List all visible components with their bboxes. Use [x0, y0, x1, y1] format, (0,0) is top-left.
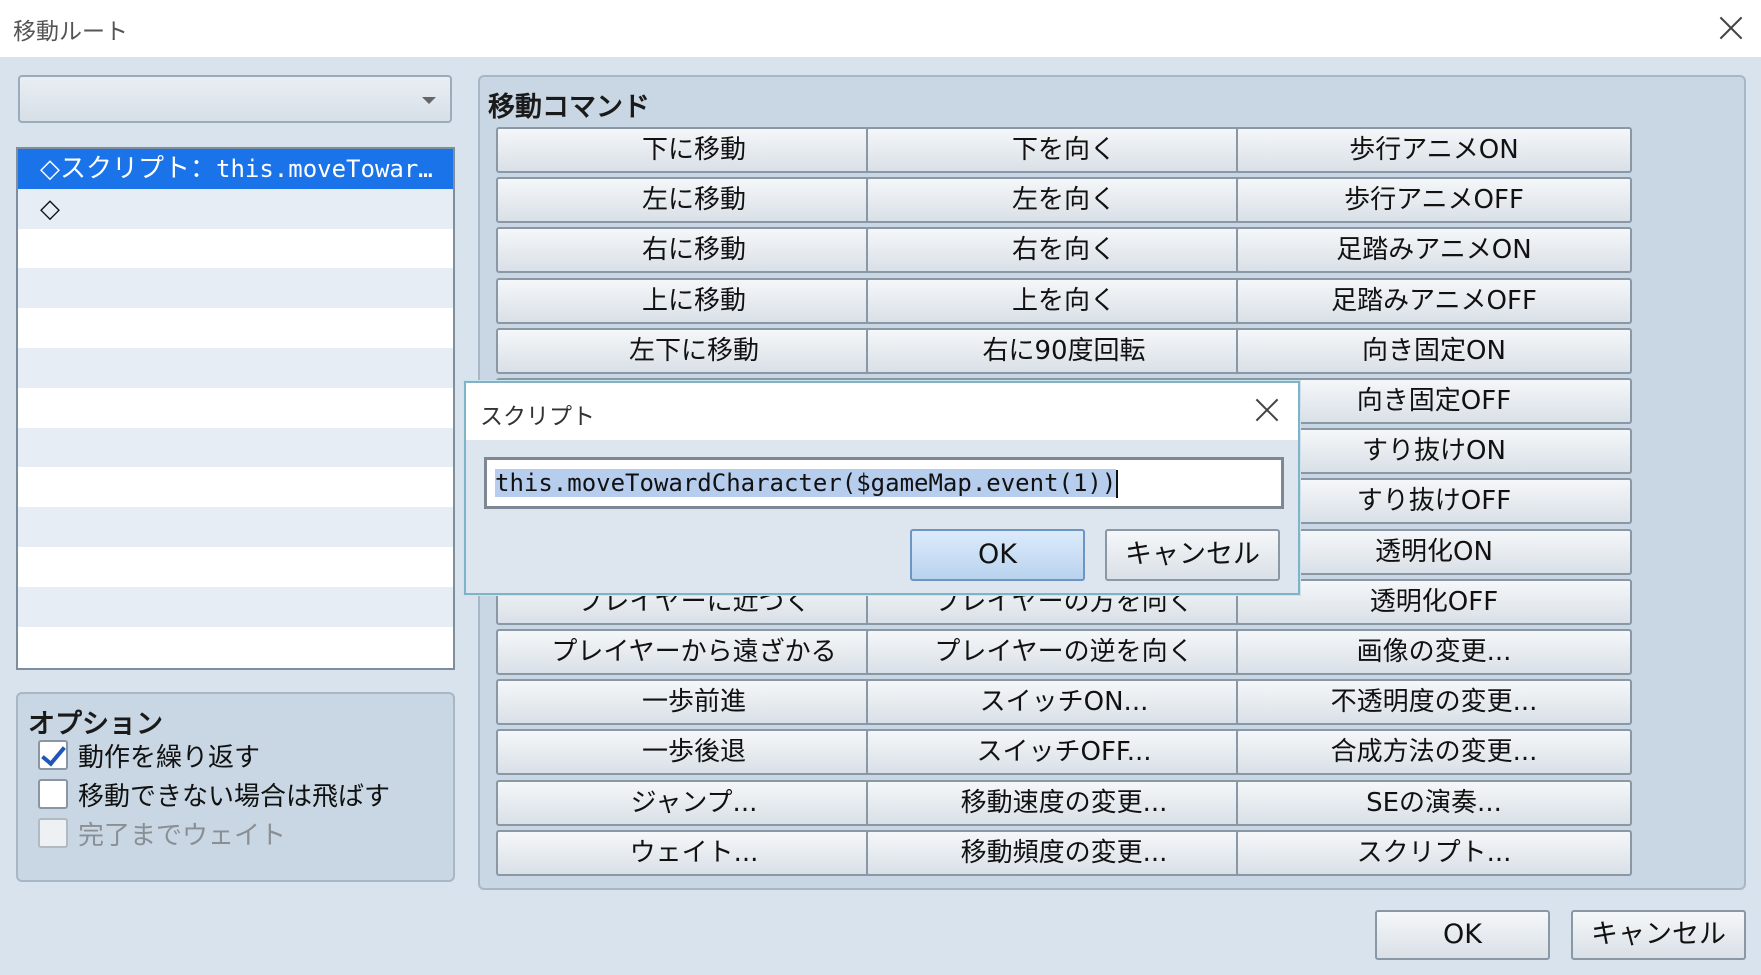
route-list-item[interactable]	[18, 229, 453, 269]
options-heading: オプション	[28, 709, 163, 740]
route-item-code: this.moveTowar…	[216, 155, 433, 183]
move-command-button[interactable]: 左を向く	[866, 177, 1262, 224]
close-icon[interactable]	[1716, 13, 1746, 43]
option-row: 完了までウェイト	[38, 816, 287, 851]
route-list-item[interactable]	[18, 268, 453, 309]
option-row[interactable]: 動作を繰り返す	[38, 738, 261, 773]
move-command-button[interactable]: 移動頻度の変更...	[866, 829, 1262, 876]
route-list-item[interactable]	[18, 586, 453, 627]
route-list-item[interactable]: ◇スクリプト：this.moveTowar…	[18, 149, 453, 189]
option-checkbox	[38, 818, 68, 848]
move-command-button[interactable]: 不透明度の変更...	[1236, 679, 1632, 726]
move-command-button[interactable]: 左に移動	[496, 177, 892, 224]
move-command-button[interactable]: 向き固定ON	[1236, 327, 1632, 374]
move-command-button[interactable]: スイッチOFF...	[866, 729, 1262, 776]
close-icon[interactable]	[1254, 397, 1280, 423]
move-command-button[interactable]: プレイヤーの逆を向く	[866, 629, 1262, 675]
move-commands-heading: 移動コマンド	[488, 92, 650, 123]
move-command-button[interactable]: ウェイト...	[496, 829, 892, 876]
route-list-item[interactable]	[18, 507, 453, 547]
script-input[interactable]: this.moveTowardCharacter($gameMap.event(…	[484, 457, 1284, 509]
route-list[interactable]: ◇スクリプト：this.moveTowar… ◇	[16, 147, 455, 670]
move-command-button[interactable]: 右を向く	[866, 227, 1262, 274]
route-list-item[interactable]	[18, 627, 453, 667]
window-title: 移動ルート	[13, 19, 128, 45]
checkmark-icon	[41, 740, 66, 767]
title-bar: 移動ルート	[0, 0, 1761, 57]
move-command-button[interactable]: SEの演奏...	[1236, 779, 1632, 826]
option-label: 完了までウェイト	[78, 820, 287, 851]
move-command-button[interactable]: 足踏みアニメON	[1236, 227, 1632, 274]
move-command-button[interactable]: 上を向く	[866, 277, 1262, 324]
move-command-button[interactable]: ジャンプ...	[496, 779, 892, 826]
move-command-button[interactable]: 足踏みアニメOFF	[1236, 277, 1632, 324]
chevron-down-icon[interactable]	[422, 97, 436, 104]
option-checkbox[interactable]	[38, 779, 68, 809]
script-dialog-title: スクリプト	[480, 404, 595, 430]
move-command-button[interactable]: 下に移動	[496, 127, 892, 173]
move-command-button[interactable]: 上に移動	[496, 277, 892, 324]
move-command-button[interactable]: 合成方法の変更...	[1236, 729, 1632, 776]
move-command-button[interactable]: スクリプト...	[1236, 829, 1632, 876]
route-item-label: ◇	[40, 193, 60, 224]
script-cancel-button[interactable]: キャンセル	[1105, 529, 1280, 581]
move-command-button[interactable]: 右に移動	[496, 227, 892, 274]
option-checkbox[interactable]	[38, 740, 68, 770]
route-list-item[interactable]	[18, 547, 453, 587]
move-command-button[interactable]: 右に90度回転	[866, 327, 1262, 374]
move-command-button[interactable]: 歩行アニメOFF	[1236, 177, 1632, 224]
ok-button[interactable]: OK	[1375, 910, 1550, 960]
route-list-item[interactable]: ◇	[18, 188, 453, 229]
route-list-item[interactable]	[18, 347, 453, 388]
script-input-value: this.moveTowardCharacter($gameMap.event(…	[495, 469, 1117, 497]
move-command-button[interactable]: 左下に移動	[496, 327, 892, 374]
move-command-button[interactable]: プレイヤーから遠ざかる	[496, 629, 892, 675]
cancel-button[interactable]: キャンセル	[1571, 910, 1746, 960]
move-command-button[interactable]: 歩行アニメON	[1236, 127, 1632, 173]
script-ok-button[interactable]: OK	[910, 529, 1085, 581]
script-dialog-title-bar: スクリプト	[466, 383, 1298, 440]
move-command-button[interactable]: 画像の変更...	[1236, 629, 1632, 675]
move-command-button[interactable]: 移動速度の変更...	[866, 779, 1262, 826]
script-dialog: スクリプト this.moveTowardCharacter($gameMap.…	[464, 381, 1300, 595]
route-list-item[interactable]	[18, 427, 453, 468]
route-item-label: ◇スクリプト：	[40, 154, 216, 184]
move-command-button[interactable]: 一歩前進	[496, 679, 892, 726]
route-list-item[interactable]	[18, 308, 453, 348]
character-select[interactable]	[18, 75, 452, 123]
move-command-button[interactable]: 下を向く	[866, 127, 1262, 173]
route-list-item[interactable]	[18, 467, 453, 507]
option-label: 移動できない場合は飛ばす	[78, 781, 391, 812]
option-row[interactable]: 移動できない場合は飛ばす	[38, 777, 391, 812]
move-command-button[interactable]: 一歩後退	[496, 729, 892, 776]
move-command-button[interactable]: スイッチON...	[866, 679, 1262, 726]
options-panel: オプション 動作を繰り返す移動できない場合は飛ばす 完了までウェイト	[16, 692, 455, 882]
text-caret	[1116, 470, 1119, 498]
route-list-item[interactable]	[18, 388, 453, 428]
option-label: 動作を繰り返す	[78, 742, 261, 773]
